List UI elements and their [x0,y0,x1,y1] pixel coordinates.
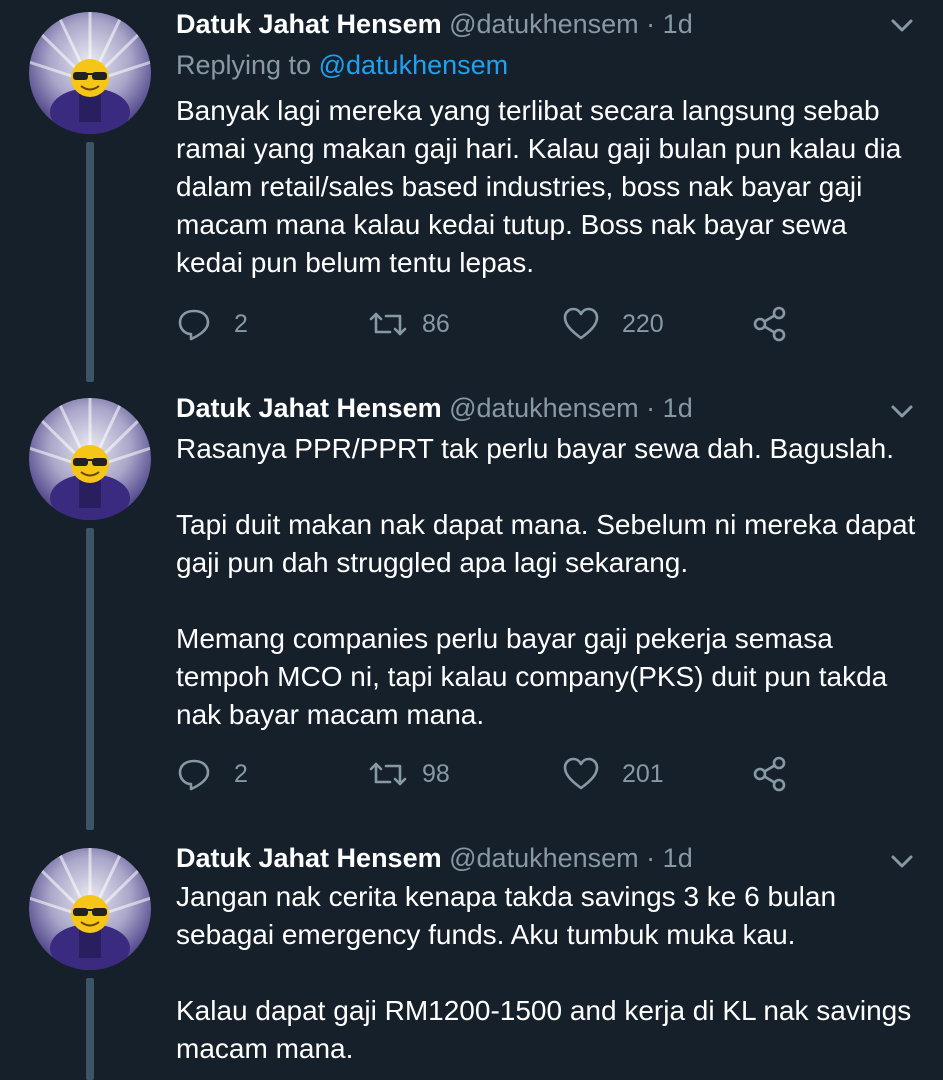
reply-icon [178,309,210,341]
separator: · [646,9,656,39]
retweet-button[interactable]: 98 [368,752,450,796]
timestamp[interactable]: 1d [663,393,693,423]
chevron-down-icon[interactable] [889,848,915,874]
avatar-image [29,848,151,970]
replying-prefix: Replying to [176,50,312,80]
separator: · [646,393,656,423]
tweet-paragraph: Banyak lagi mereka yang terlibat secara … [176,95,902,278]
like-count: 220 [622,309,664,338]
tweet-paragraph: Rasanya PPR/PPRT tak perlu bayar sewa da… [176,433,895,464]
tweet-paragraph: Tapi duit makan nak dapat mana. Sebelum … [176,509,916,578]
heart-icon [563,757,599,790]
chevron-down-icon[interactable] [889,398,915,424]
tweet-2[interactable]: Datuk Jahat Hensem @datukhensem · 1d Ras… [0,380,943,830]
heart-icon [563,307,599,340]
retweet-icon [369,762,407,786]
retweet-icon [369,312,407,336]
tweet-3[interactable]: Datuk Jahat Hensem @datukhensem · 1d Jan… [0,830,943,1080]
tweet-1[interactable]: Datuk Jahat Hensem @datukhensem · 1d Rep… [0,0,943,382]
avatar-image [29,398,151,520]
avatar-image [29,12,151,134]
thread-connector [86,142,94,382]
tweet-header: Datuk Jahat Hensem @datukhensem · 1d [176,838,693,878]
share-button[interactable] [751,752,789,796]
like-count: 201 [622,759,664,788]
reply-mention-link[interactable]: @datukhensem [319,50,509,80]
like-button[interactable]: 201 [562,752,664,796]
separator: · [646,843,656,873]
action-bar: 2 86 220 [176,302,876,346]
user-handle[interactable]: @datukhensem [449,843,639,873]
share-icon [753,306,786,342]
user-handle[interactable]: @datukhensem [449,9,639,39]
thread-connector [86,978,94,1080]
display-name[interactable]: Datuk Jahat Hensem [176,9,442,39]
timestamp[interactable]: 1d [663,9,693,39]
share-button[interactable] [751,302,789,346]
display-name[interactable]: Datuk Jahat Hensem [176,843,442,873]
like-button[interactable]: 220 [562,302,664,346]
tweet-paragraph: Memang companies perlu bayar gaji pekerj… [176,623,888,730]
share-icon [753,756,786,792]
reply-button[interactable]: 2 [176,752,248,796]
retweet-count: 86 [422,309,450,338]
chevron-down-icon[interactable] [889,12,915,38]
retweet-button[interactable]: 86 [368,302,450,346]
display-name[interactable]: Datuk Jahat Hensem [176,393,442,423]
thread-connector [86,528,94,830]
user-handle[interactable]: @datukhensem [449,393,639,423]
tweet-header: Datuk Jahat Hensem @datukhensem · 1d [176,388,693,428]
tweet-text: Jangan nak cerita kenapa takda savings 3… [176,878,916,1068]
tweet-text: Rasanya PPR/PPRT tak perlu bayar sewa da… [176,430,916,734]
avatar[interactable] [29,848,151,970]
retweet-count: 98 [422,759,450,788]
reply-button[interactable]: 2 [176,302,248,346]
action-bar: 2 98 201 [176,752,876,796]
tweet-paragraph: Kalau dapat gaji RM1200-1500 and kerja d… [176,995,912,1064]
avatar[interactable] [29,12,151,134]
reply-count: 2 [234,309,248,338]
tweet-paragraph: Jangan nak cerita kenapa takda savings 3… [176,881,837,950]
timestamp[interactable]: 1d [663,843,693,873]
reply-count: 2 [234,759,248,788]
tweet-text: Banyak lagi mereka yang terlibat secara … [176,92,916,282]
tweet-thread: Datuk Jahat Hensem @datukhensem · 1d Rep… [0,0,943,1080]
reply-icon [178,759,210,791]
avatar[interactable] [29,398,151,520]
replying-to: Replying to @datukhensem [176,45,508,85]
tweet-header: Datuk Jahat Hensem @datukhensem · 1d [176,4,693,44]
